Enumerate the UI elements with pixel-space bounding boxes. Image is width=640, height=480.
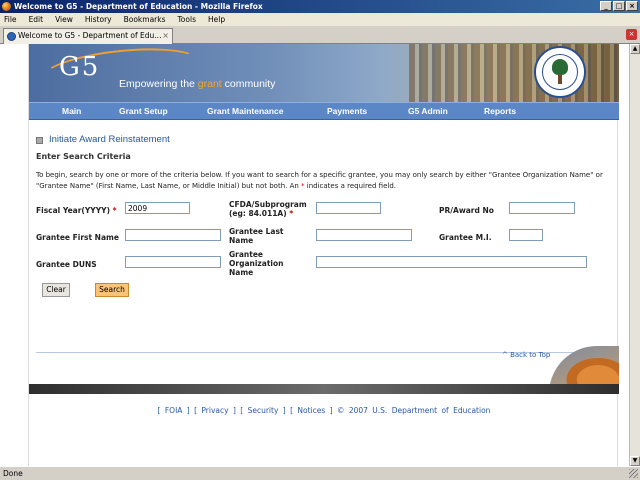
vertical-scrollbar[interactable]: ▲ ▼ xyxy=(629,44,640,466)
search-button[interactable]: Search xyxy=(95,283,129,297)
window-title: Welcome to G5 - Department of Education … xyxy=(14,2,263,11)
fiscal-year-input[interactable] xyxy=(125,202,190,214)
back-to-top-link[interactable]: ^ Back to Top xyxy=(502,351,550,359)
header-banner: G5 Empowering the grant community xyxy=(29,44,619,102)
nav-grant-setup[interactable]: Grant Setup xyxy=(119,103,168,120)
maximize-button[interactable]: □ xyxy=(613,1,625,11)
menu-bar: File Edit View History Bookmarks Tools H… xyxy=(0,13,640,26)
footer-links[interactable]: [ FOIA ] [ Privacy ] [ Security ] [ Noti… xyxy=(29,406,619,415)
menu-view[interactable]: View xyxy=(54,15,74,24)
menu-edit[interactable]: Edit xyxy=(28,15,45,24)
pr-award-label: PR/Award No xyxy=(439,206,494,215)
window-controls: _ □ × xyxy=(600,1,638,11)
page-container: G5 Empowering the grant community Main G… xyxy=(28,44,619,466)
resize-grip-icon[interactable] xyxy=(629,469,638,478)
pr-award-input[interactable] xyxy=(509,202,575,214)
page-viewport: G5 Empowering the grant community Main G… xyxy=(0,44,629,466)
cfda-input[interactable] xyxy=(316,202,381,214)
organization-name-label: Grantee Organization Name xyxy=(229,250,284,277)
close-window-button[interactable]: × xyxy=(626,1,638,11)
nav-main[interactable]: Main xyxy=(62,103,81,120)
status-text: Done xyxy=(3,469,23,478)
last-name-label: Grantee Last Name xyxy=(229,227,284,245)
menu-tools[interactable]: Tools xyxy=(177,15,197,24)
window-title-bar: Welcome to G5 - Department of Education … xyxy=(0,0,640,13)
tab-close-icon[interactable]: × xyxy=(162,29,169,43)
first-name-label: Grantee First Name xyxy=(36,233,119,242)
middle-initial-input[interactable] xyxy=(509,229,543,241)
section-subheading: Enter Search Criteria xyxy=(36,152,131,161)
scroll-up-icon[interactable]: ▲ xyxy=(630,44,640,54)
banner-photo xyxy=(409,44,619,102)
organization-name-input[interactable] xyxy=(316,256,587,268)
page-title: Initiate Award Reinstatement xyxy=(49,134,170,145)
status-bar: Done xyxy=(0,466,640,480)
g5-logo[interactable]: G5 xyxy=(59,52,100,82)
firefox-icon xyxy=(2,2,11,11)
footer-band xyxy=(29,384,619,394)
close-tab-icon[interactable]: × xyxy=(626,29,637,40)
duns-label: Grantee DUNS xyxy=(36,260,97,269)
main-nav: Main Grant Setup Grant Maintenance Payme… xyxy=(29,102,619,120)
menu-bookmarks[interactable]: Bookmarks xyxy=(123,15,167,24)
clear-button[interactable]: Clear xyxy=(42,283,70,297)
instructions-text: To begin, search by one or more of the c… xyxy=(36,171,603,190)
fiscal-year-label: Fiscal Year(YYYY) * xyxy=(36,206,117,215)
nav-g5-admin[interactable]: G5 Admin xyxy=(408,103,448,120)
browser-tab[interactable]: Welcome to G5 - Department of Edu... × xyxy=(3,28,173,44)
first-name-input[interactable] xyxy=(125,229,221,241)
department-seal-icon xyxy=(534,46,586,98)
nav-grant-maintenance[interactable]: Grant Maintenance xyxy=(207,103,284,120)
tab-bar: Welcome to G5 - Department of Edu... × × xyxy=(0,26,640,44)
heading-bullet-icon xyxy=(36,137,43,144)
middle-initial-label: Grantee M.I. xyxy=(439,233,492,242)
banner-tagline: Empowering the grant community xyxy=(119,78,276,90)
minimize-button[interactable]: _ xyxy=(600,1,612,11)
favicon-icon xyxy=(7,32,16,41)
nav-payments[interactable]: Payments xyxy=(327,103,367,120)
menu-file[interactable]: File xyxy=(3,15,18,24)
menu-help[interactable]: Help xyxy=(207,15,226,24)
nav-reports[interactable]: Reports xyxy=(484,103,516,120)
cfda-label: CFDA/Subprogram (eg: 84.011A) * xyxy=(229,200,307,218)
last-name-input[interactable] xyxy=(316,229,412,241)
tab-label: Welcome to G5 - Department of Edu... xyxy=(18,31,162,40)
menu-history[interactable]: History xyxy=(84,15,113,24)
duns-input[interactable] xyxy=(125,256,221,268)
scroll-down-icon[interactable]: ▼ xyxy=(630,456,640,466)
